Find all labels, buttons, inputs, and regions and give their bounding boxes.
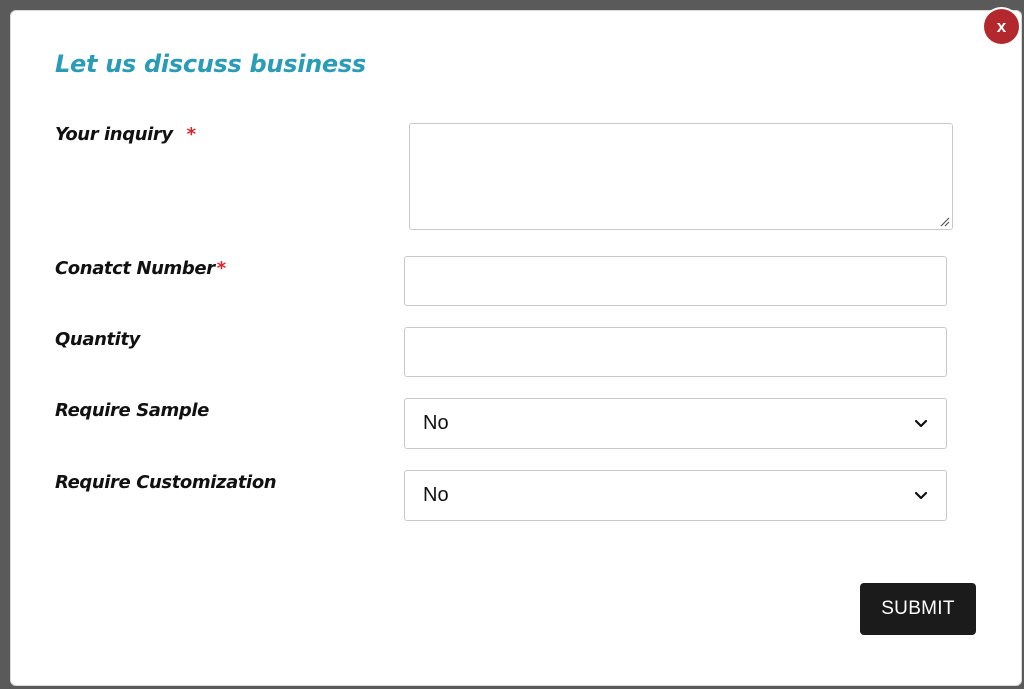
require-customization-value: No: [423, 484, 449, 506]
chevron-down-icon: [914, 419, 928, 427]
contact-number-label: Conatct Number *: [55, 258, 226, 279]
resize-grip-icon[interactable]: [939, 216, 950, 227]
quantity-input[interactable]: [404, 327, 947, 377]
require-sample-value: No: [423, 412, 449, 434]
quantity-label: Quantity: [55, 329, 140, 350]
inquiry-label: Your inquiry *: [55, 124, 196, 145]
require-customization-select[interactable]: No: [404, 470, 947, 521]
close-button[interactable]: x: [984, 9, 1019, 44]
inquiry-textarea[interactable]: [409, 123, 953, 230]
contact-number-input[interactable]: [404, 256, 947, 306]
required-asterisk: *: [216, 258, 226, 279]
dialog-title: Let us discuss business: [55, 50, 366, 78]
chevron-down-icon: [914, 491, 928, 499]
require-sample-label: Require Sample: [55, 400, 209, 421]
inquiry-label-text: Your inquiry: [55, 124, 173, 145]
contact-number-label-text: Conatct Number: [55, 258, 215, 279]
require-sample-select[interactable]: No: [404, 398, 947, 449]
submit-button[interactable]: SUBMIT: [860, 583, 976, 635]
required-asterisk: *: [186, 124, 196, 145]
require-customization-label: Require Customization: [55, 472, 277, 493]
